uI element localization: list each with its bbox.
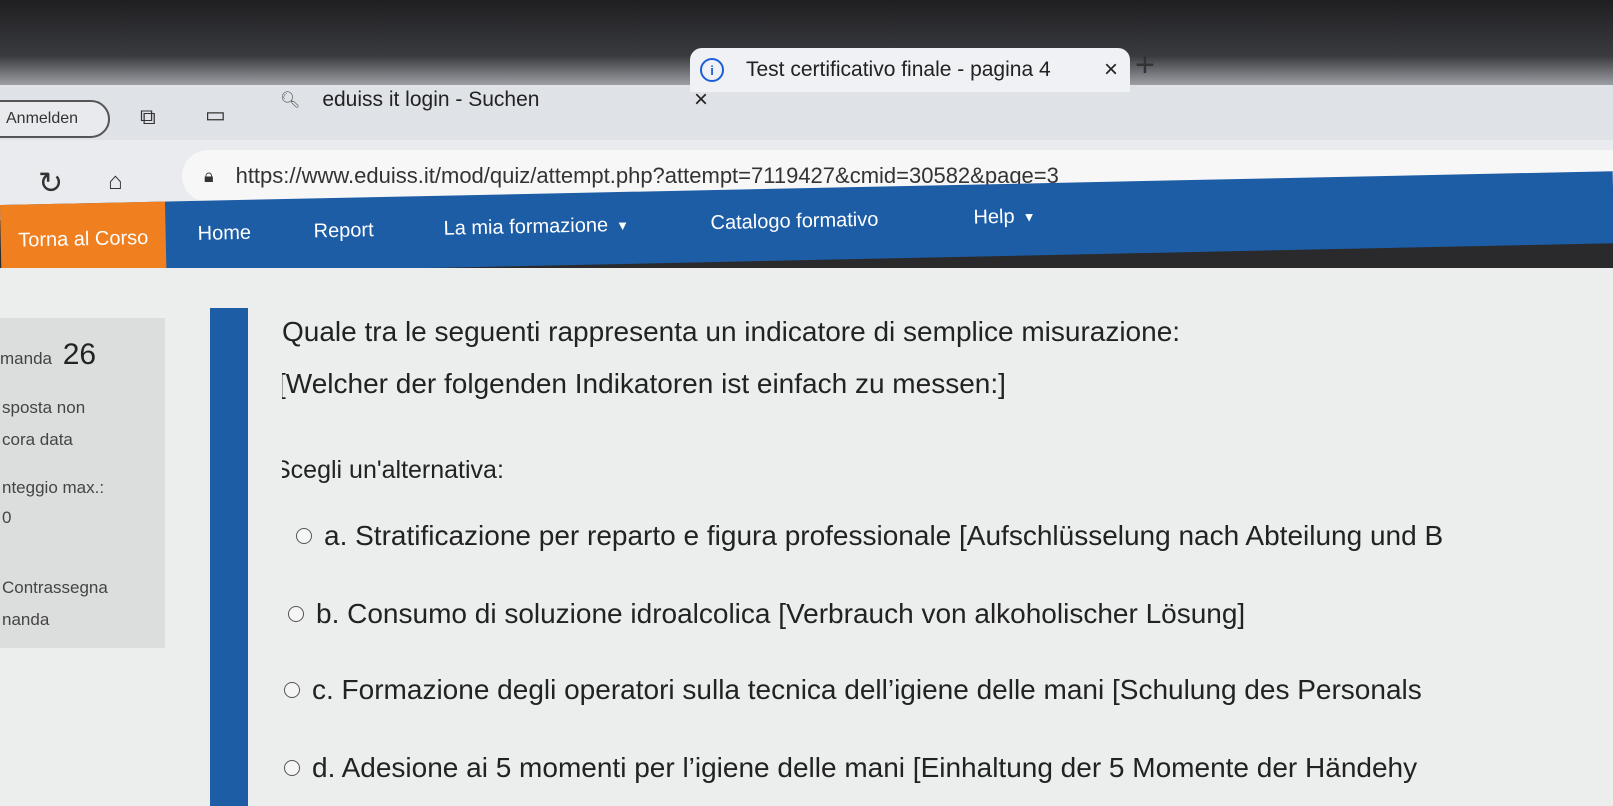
answer-option-a[interactable]: a. Stratificazione per reparto e figura …: [296, 520, 1443, 552]
home-icon[interactable]: ⌂: [108, 168, 123, 196]
chevron-down-icon: ▼: [615, 217, 630, 234]
answer-option-b[interactable]: b. Consumo di soluzione idroalcolica [Ve…: [288, 598, 1245, 630]
site-favicon-icon: i: [700, 58, 724, 82]
question-text-italian: Quale tra le seguenti rappresenta un ind…: [282, 316, 1181, 347]
quiz-page: manda 26 sposta non cora data nteggio ma…: [0, 268, 1613, 806]
lock-icon: 🔒︎: [204, 165, 214, 186]
new-tab-button[interactable]: +: [1135, 46, 1155, 85]
question-status-line2: cora data: [2, 430, 73, 449]
flag-question-link-cont[interactable]: nanda: [2, 610, 49, 630]
search-icon: 🔍︎: [280, 92, 301, 109]
back-to-course-button[interactable]: Torna al Corso: [0, 201, 167, 277]
tab-label: eduiss it login - Suchen: [322, 88, 540, 111]
question-text-german: [Welcher der folgenden Indikatoren ist e…: [282, 368, 1006, 399]
tab-search[interactable]: 🔍︎ eduiss it login - Suchen ×: [280, 78, 720, 122]
question-content: Quale tra le seguenti rappresenta un ind…: [282, 308, 1613, 806]
score-value: 0: [2, 508, 12, 527]
nav-my-training[interactable]: La mia formazione ▼: [443, 214, 629, 241]
tabstrip-background: [0, 85, 1613, 140]
profile-button[interactable]: Anmelden: [0, 100, 110, 138]
question-accent-bar: [210, 308, 248, 806]
tab-label: Test certificativo finale - pagina 4: [746, 58, 1051, 81]
radio-button[interactable]: [284, 760, 300, 776]
nav-home-label: Home: [197, 221, 252, 245]
tab-quiz[interactable]: i Test certificativo finale - pagina 4 ×: [690, 48, 1130, 92]
nav-report[interactable]: Report: [313, 219, 373, 243]
answer-prompt: Scegli un'alternativa:: [282, 456, 504, 484]
radio-button[interactable]: [284, 682, 300, 698]
answer-option-label: d. Adesione ai 5 momenti per l’igiene de…: [312, 752, 1418, 783]
question-status-line1: sposta non: [2, 398, 86, 417]
answer-option-label: a. Stratificazione per reparto e figura …: [324, 520, 1444, 551]
chevron-down-icon: ▼: [1022, 209, 1036, 225]
nav-catalog-label: Catalogo formativo: [710, 208, 879, 235]
question-number-value: 26: [62, 338, 97, 371]
nav-home[interactable]: Home: [197, 222, 251, 246]
close-icon[interactable]: ×: [1104, 56, 1130, 84]
radio-button[interactable]: [288, 606, 304, 622]
flag-question-link[interactable]: Contrassegna: [2, 578, 108, 598]
nav-catalog[interactable]: Catalogo formativo: [710, 209, 878, 236]
answer-option-d[interactable]: d. Adesione ai 5 momenti per l’igiene de…: [284, 752, 1417, 784]
question-number-label: manda: [0, 349, 52, 368]
collections-icon[interactable]: ⧉: [140, 104, 156, 130]
reload-icon[interactable]: ↻: [38, 166, 63, 201]
answer-option-label: c. Formazione degli operatori sulla tecn…: [312, 674, 1422, 705]
answer-option-c[interactable]: c. Formazione degli operatori sulla tecn…: [284, 674, 1422, 706]
nav-my-training-label: La mia formazione: [443, 214, 609, 240]
radio-button[interactable]: [296, 528, 312, 544]
nav-help[interactable]: Help ▼: [973, 205, 1035, 229]
nav-report-label: Report: [313, 219, 374, 243]
question-info-panel: manda 26 sposta non cora data nteggio ma…: [0, 318, 165, 648]
nav-help-label: Help: [973, 205, 1015, 229]
answer-option-label: b. Consumo di soluzione idroalcolica [Ve…: [316, 598, 1246, 629]
score-label: nteggio max.:: [2, 478, 105, 497]
tab-actions-icon[interactable]: ▭: [205, 102, 226, 128]
question-number: manda 26: [0, 338, 96, 372]
